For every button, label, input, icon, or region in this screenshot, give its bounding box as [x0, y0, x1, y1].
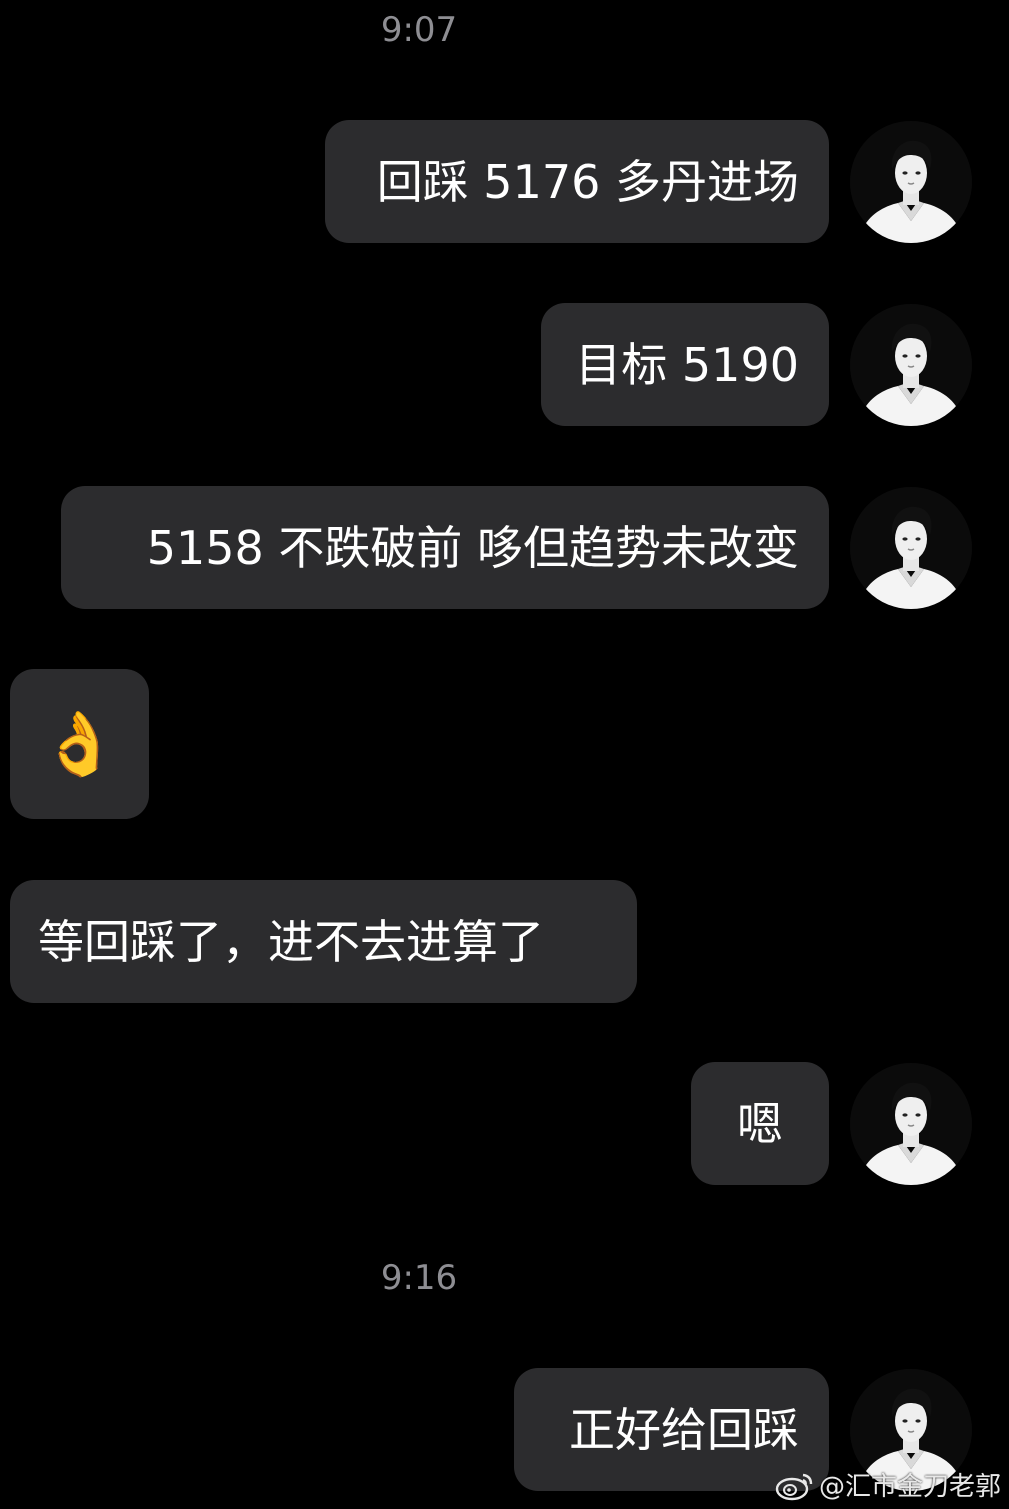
message-bubble[interactable]: 目标 5190 [541, 303, 829, 426]
message-bubble[interactable]: 嗯 [691, 1062, 829, 1185]
avatar[interactable] [850, 1063, 972, 1185]
avatar-photo-icon [850, 121, 972, 243]
avatar[interactable] [850, 487, 972, 609]
message-text: 5158 不跌破前 哆但趋势未改变 [146, 520, 799, 575]
message-bubble[interactable]: 等回踩了，进不去进算了 [10, 880, 637, 1003]
avatar[interactable] [850, 304, 972, 426]
message-text: 正好给回踩 [569, 1402, 799, 1457]
weibo-logo-icon [775, 1473, 813, 1500]
message-text: 目标 5190 [575, 337, 799, 392]
message-bubble[interactable]: 回踩 5176 多丹进场 [325, 120, 829, 243]
watermark: @汇市金刀老郭 [775, 1466, 1001, 1503]
avatar[interactable] [850, 121, 972, 243]
avatar-photo-icon [850, 1063, 972, 1185]
timestamp: 9:07 [380, 10, 458, 50]
avatar-photo-icon [850, 487, 972, 609]
message-text: 嗯 [737, 1096, 783, 1151]
ok-hand-emoji: 👌 [40, 707, 119, 780]
message-bubble[interactable]: 👌 [10, 669, 149, 819]
timestamp: 9:16 [380, 1258, 458, 1298]
watermark-text: @汇市金刀老郭 [818, 1472, 1001, 1502]
message-bubble[interactable]: 5158 不跌破前 哆但趋势未改变 [61, 486, 829, 609]
message-text: 等回踩了，进不去进算了 [38, 914, 544, 969]
avatar-photo-icon [850, 304, 972, 426]
message-text: 回踩 5176 多丹进场 [376, 154, 799, 209]
